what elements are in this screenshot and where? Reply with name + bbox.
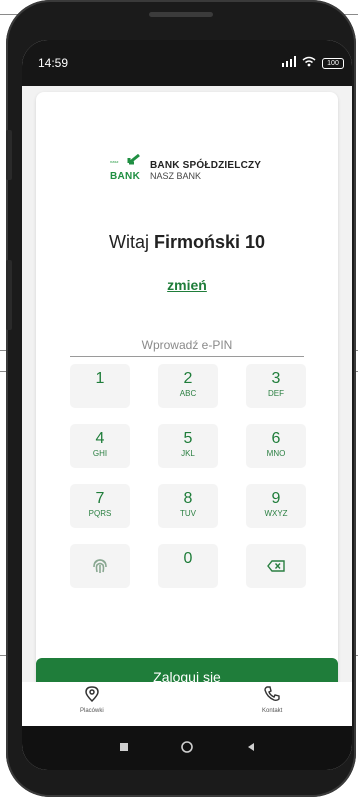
- back-icon: [248, 743, 254, 751]
- bank-logo: nasz BANK: [110, 154, 142, 184]
- status-bar: 14:59 100: [22, 40, 352, 86]
- system-nav-bar: [22, 726, 352, 770]
- logo-arrow-icon: [127, 154, 140, 165]
- pin-label: Wprowadź e-PIN: [141, 338, 233, 352]
- backspace-icon: [267, 560, 285, 572]
- key-2[interactable]: 2 ABC: [158, 364, 218, 408]
- nav-item-contact[interactable]: Kontakt: [262, 686, 282, 714]
- backspace-key[interactable]: [246, 544, 306, 588]
- app-screen: 14:59 100 nasz BANK BANK SPÓŁDZIELCZY NA…: [22, 40, 352, 770]
- status-icons: 100: [282, 54, 344, 72]
- logo-text: BANK: [110, 171, 141, 182]
- bank-brand: nasz BANK BANK SPÓŁDZIELCZY NASZ BANK: [110, 154, 261, 184]
- key-7[interactable]: 7 PQRS: [70, 484, 130, 528]
- battery-icon: 100: [322, 57, 344, 69]
- user-name: Firmoński 10: [153, 232, 266, 252]
- key-9[interactable]: 9 WXYZ: [246, 484, 306, 528]
- location-pin-icon: [85, 686, 99, 702]
- earpiece-speaker: [149, 12, 213, 17]
- login-card: nasz BANK BANK SPÓŁDZIELCZY NASZ BANK Wi…: [36, 92, 338, 697]
- bottom-nav: Placówki Kontakt: [22, 682, 352, 726]
- fingerprint-icon: [93, 559, 107, 573]
- key-5[interactable]: 5 JKL: [158, 424, 218, 468]
- bank-name: BANK SPÓŁDZIELCZY NASZ BANK: [150, 160, 261, 181]
- signal-icon: [282, 54, 296, 72]
- greeting-prefix: Witaj: [108, 232, 149, 252]
- nav-label-contact: Kontakt: [262, 708, 283, 714]
- key-8[interactable]: 8 TUV: [158, 484, 218, 528]
- key-3[interactable]: 3 DEF: [246, 364, 306, 408]
- phone-icon: [264, 686, 280, 702]
- home-icon: [181, 741, 193, 753]
- key-0[interactable]: 0: [158, 544, 218, 588]
- home-button[interactable]: [180, 740, 194, 759]
- key-4[interactable]: 4 GHI: [70, 424, 130, 468]
- phone-frame: 14:59 100 nasz BANK BANK SPÓŁDZIELCZY NA…: [6, 0, 356, 797]
- recents-button[interactable]: [117, 740, 131, 759]
- back-button[interactable]: [244, 740, 258, 759]
- status-time: 14:59: [38, 56, 69, 70]
- bank-name-line2: NASZ BANK: [150, 170, 202, 181]
- pin-input-underline[interactable]: [70, 356, 304, 357]
- nav-label-branches: Placówki: [80, 708, 104, 714]
- logo-small-text: nasz: [110, 159, 119, 164]
- power-button: [6, 260, 12, 330]
- bank-name-line1: BANK SPÓŁDZIELCZY: [150, 159, 262, 171]
- recents-icon: [120, 743, 128, 751]
- volume-button: [6, 130, 12, 180]
- nav-item-branches[interactable]: Placówki: [80, 686, 104, 714]
- greeting: Witaj Firmoński 10: [36, 232, 338, 253]
- key-1[interactable]: 1: [70, 364, 130, 408]
- key-6[interactable]: 6 MNO: [246, 424, 306, 468]
- change-user-link[interactable]: zmień: [36, 277, 338, 293]
- wifi-icon: [302, 54, 316, 72]
- fingerprint-key[interactable]: [70, 544, 130, 588]
